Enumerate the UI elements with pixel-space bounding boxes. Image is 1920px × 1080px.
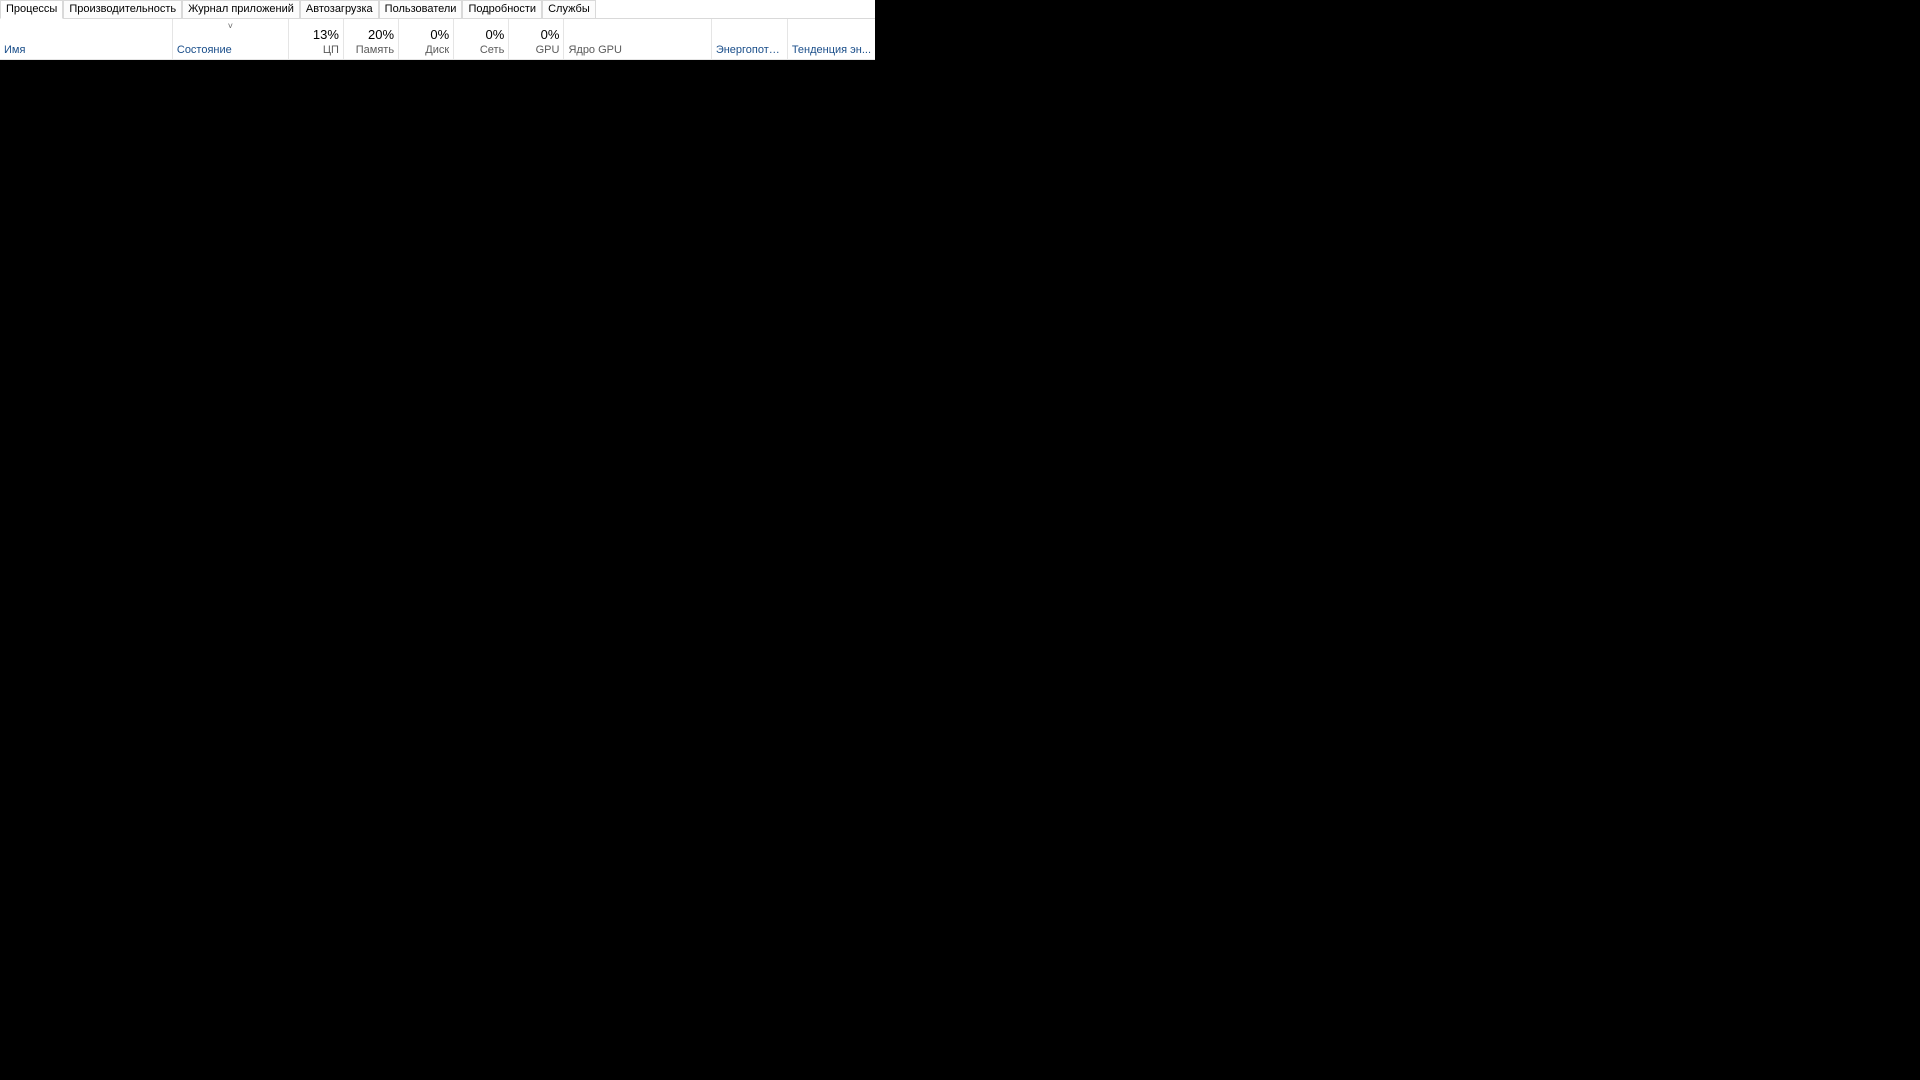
column-value-memory: 20% <box>348 27 394 43</box>
column-label-gpu: GPU <box>513 43 559 57</box>
column-label-name: Имя <box>4 43 168 57</box>
tab-users[interactable]: Пользователи <box>379 0 463 18</box>
column-label-memory: Память <box>348 43 394 57</box>
column-label-state: Состояние <box>177 43 284 57</box>
column-label-gpu-core: Ядро GPU <box>568 43 706 57</box>
column-header-power-trend[interactable]: Тенденция эн... <box>788 19 875 59</box>
column-label-disk: Диск <box>403 43 449 57</box>
column-header-cpu[interactable]: 13% ЦП <box>289 19 344 59</box>
column-value-cpu: 13% <box>293 27 339 43</box>
tab-startup[interactable]: Автозагрузка <box>300 0 379 18</box>
task-manager-window: Процессы Производительность Журнал прило… <box>0 0 875 60</box>
column-header-state[interactable]: ˅ Состояние <box>173 19 289 59</box>
column-header-gpu-core[interactable]: Ядро GPU <box>564 19 711 59</box>
tab-details[interactable]: Подробности <box>462 0 542 18</box>
column-header-power[interactable]: Энергопотре... <box>712 19 788 59</box>
column-headers: Имя ˅ Состояние 13% ЦП 20% Память 0% Дис… <box>0 19 875 60</box>
column-header-disk[interactable]: 0% Диск <box>399 19 454 59</box>
column-value-disk: 0% <box>403 27 449 43</box>
tab-app-history[interactable]: Журнал приложений <box>182 0 300 18</box>
tab-services[interactable]: Службы <box>542 0 596 18</box>
column-header-gpu[interactable]: 0% GPU <box>509 19 564 59</box>
column-value-gpu: 0% <box>513 27 559 43</box>
column-value-network: 0% <box>458 27 504 43</box>
column-label-network: Сеть <box>458 43 504 57</box>
tab-bar: Процессы Производительность Журнал прило… <box>0 0 875 19</box>
chevron-down-icon: ˅ <box>228 22 233 31</box>
column-header-network[interactable]: 0% Сеть <box>454 19 509 59</box>
column-label-power-trend: Тенденция эн... <box>792 43 871 57</box>
column-label-power: Энергопотре... <box>716 43 783 57</box>
tab-performance[interactable]: Производительность <box>63 0 182 18</box>
column-label-cpu: ЦП <box>293 43 339 57</box>
tab-processes[interactable]: Процессы <box>0 0 63 19</box>
column-header-memory[interactable]: 20% Память <box>344 19 399 59</box>
column-header-name[interactable]: Имя <box>0 19 173 59</box>
